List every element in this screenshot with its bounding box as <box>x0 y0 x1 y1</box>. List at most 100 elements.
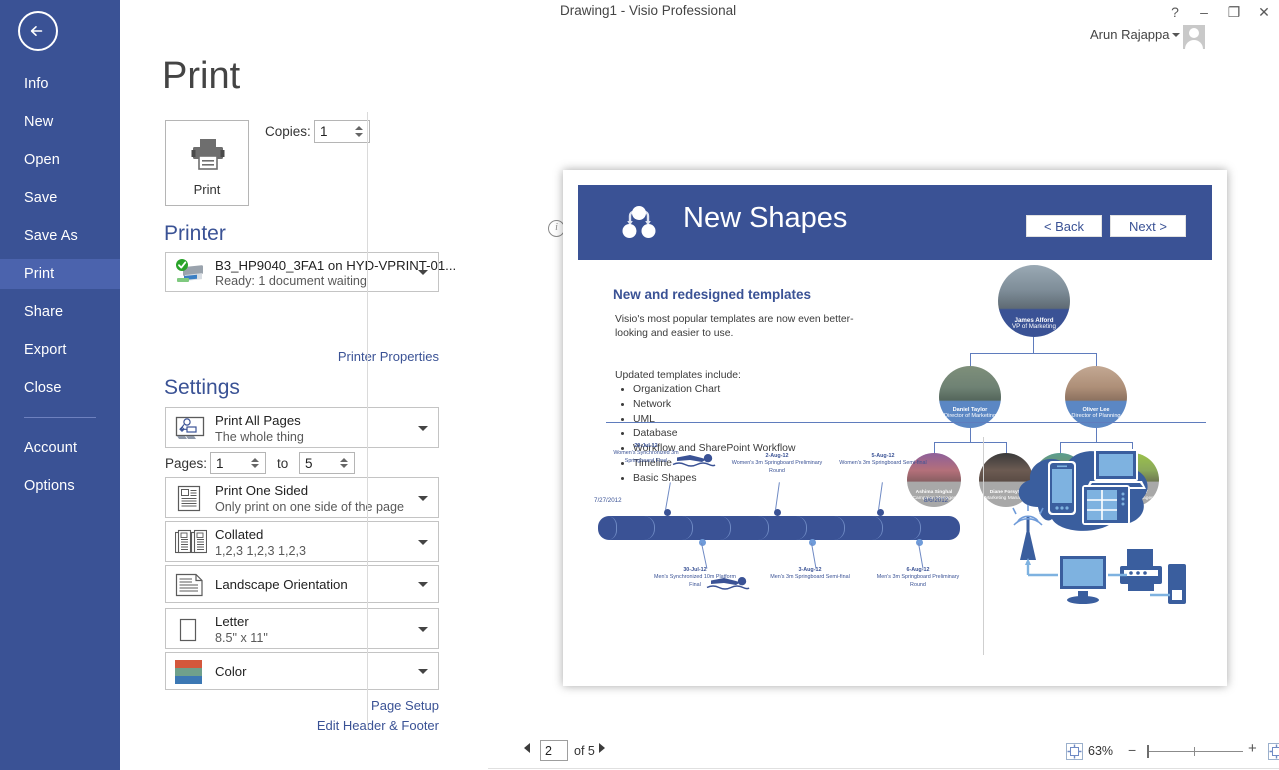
paper-size-select[interactable]: Letter 8.5" x 11" <box>165 608 439 649</box>
chevron-down-icon[interactable] <box>418 539 428 545</box>
sidebar-item-export[interactable]: Export <box>0 335 120 365</box>
slide-next-button[interactable]: Next > <box>1110 215 1186 237</box>
copies-stepper[interactable] <box>314 120 370 143</box>
paper-icon <box>175 617 201 648</box>
section-rule <box>606 422 1206 423</box>
pages-to-input[interactable] <box>300 453 337 473</box>
sidebar-item-save-as[interactable]: Save As <box>0 221 120 251</box>
stepper-arrows[interactable] <box>250 453 261 473</box>
slide-back-button[interactable]: < Back <box>1026 215 1102 237</box>
title-bar: Drawing1 - Visio Professional ? – ❐ ✕ Ar… <box>120 0 1279 52</box>
timeline-leader <box>665 482 671 511</box>
stepper-arrows[interactable] <box>354 121 365 142</box>
sidebar-item-close[interactable]: Close <box>0 373 120 403</box>
page-number-field[interactable] <box>540 740 568 761</box>
zoom-slider-track[interactable] <box>1148 751 1243 752</box>
chevron-down-icon[interactable] <box>1172 33 1180 37</box>
color-swatch-icon <box>175 660 202 689</box>
sidebar-divider <box>24 417 96 418</box>
orientation-select[interactable]: Landscape Orientation <box>165 565 439 603</box>
org-node-caption: Daniel Taylor Director of Marketing <box>944 406 996 419</box>
account-name[interactable]: Arun Rajappa <box>1090 27 1170 42</box>
sidebar-item-new[interactable]: New <box>0 107 120 137</box>
sidebar-item-save[interactable]: Save <box>0 183 120 213</box>
fit-page-icon[interactable] <box>1066 743 1083 765</box>
connector <box>1096 353 1098 367</box>
pages-from-stepper[interactable] <box>210 452 266 474</box>
next-page-button[interactable] <box>599 743 611 757</box>
chevron-down-icon[interactable] <box>418 582 428 587</box>
edit-header-footer-link[interactable]: Edit Header & Footer <box>120 718 439 733</box>
org-node-level2: Daniel Taylor Director of Marketing <box>939 366 1001 428</box>
collated-icon <box>174 529 208 561</box>
zoom-slider-midtick <box>1194 747 1195 756</box>
status-bar-rule <box>488 768 1279 769</box>
collation-primary: Collated <box>215 527 264 542</box>
copies-label: Copies: <box>265 124 311 139</box>
printer-section-title: Printer <box>164 222 226 245</box>
sidebar-item-options[interactable]: Options <box>0 471 120 501</box>
copies-input[interactable] <box>315 121 352 142</box>
server-icon <box>1168 564 1186 604</box>
print-button[interactable]: Print <box>165 120 249 206</box>
pane-divider <box>367 112 368 730</box>
swimmer-icon <box>706 575 750 598</box>
zoom-in-button[interactable]: + <box>1248 741 1257 756</box>
sidebar-item-open[interactable]: Open <box>0 145 120 175</box>
sidebar-item-share[interactable]: Share <box>0 297 120 327</box>
sidebar-item-print[interactable]: Print <box>0 259 120 289</box>
timeline-start-label: 7/27/2012 <box>594 497 622 504</box>
stepper-down-icon[interactable] <box>251 464 259 468</box>
avatar[interactable] <box>1183 25 1205 49</box>
printer-properties-link[interactable]: Printer Properties <box>120 349 439 364</box>
duplex-secondary: Only print on one side of the page <box>215 500 405 514</box>
pages-to-stepper[interactable] <box>299 452 355 474</box>
collation-select[interactable]: Collated 1,2,3 1,2,3 1,2,3 <box>165 521 439 562</box>
close-button[interactable]: ✕ <box>1253 2 1275 22</box>
print-range-select[interactable]: Print All Pages The whole thing <box>165 407 439 448</box>
slide-subtitle: New and redesigned templates <box>613 287 812 302</box>
stepper-up-icon[interactable] <box>340 458 348 462</box>
stepper-down-icon[interactable] <box>340 464 348 468</box>
pages-from-input[interactable] <box>211 453 248 473</box>
color-mode-primary: Color <box>215 664 247 679</box>
fit-window-icon[interactable] <box>1268 743 1279 765</box>
preview-page-content: New Shapes < Back Next > New and redesig… <box>578 185 1212 671</box>
print-range-primary: Print All Pages <box>215 413 301 428</box>
help-button[interactable]: ? <box>1164 2 1186 22</box>
stepper-up-icon[interactable] <box>251 458 259 462</box>
duplex-select[interactable]: Print One Sided Only print on one side o… <box>165 477 439 518</box>
chevron-down-icon[interactable] <box>418 270 428 275</box>
connector <box>970 353 972 367</box>
smartphone-icon <box>1048 461 1076 515</box>
page-number-input[interactable] <box>541 741 567 760</box>
zoom-level-label: 63% <box>1088 744 1114 758</box>
zoom-out-button[interactable]: − <box>1128 743 1136 757</box>
timeline-segment <box>598 516 617 540</box>
chevron-down-icon[interactable] <box>418 669 428 674</box>
color-mode-select[interactable]: Color <box>165 652 439 690</box>
backstage-sidebar: Info New Open Save Save As Print Share E… <box>0 0 120 770</box>
stepper-arrows[interactable] <box>339 453 350 473</box>
chevron-down-icon[interactable] <box>418 425 428 431</box>
printer-select[interactable]: B3_HP9040_3FA1 on HYD-VPRINT-01... Ready… <box>165 252 456 292</box>
landscape-icon <box>175 573 205 602</box>
chevron-down-icon[interactable] <box>418 495 428 501</box>
list-item: Organization Chart <box>633 383 795 398</box>
stepper-down-icon[interactable] <box>355 133 363 137</box>
sidebar-item-info[interactable]: Info <box>0 69 120 99</box>
page-setup-link[interactable]: Page Setup <box>120 698 439 713</box>
stepper-up-icon[interactable] <box>355 126 363 130</box>
next-page-arrow-icon <box>599 743 605 753</box>
preview-page[interactable]: New Shapes < Back Next > New and redesig… <box>563 170 1227 686</box>
restore-button[interactable]: ❐ <box>1223 2 1245 22</box>
back-button[interactable] <box>18 11 58 51</box>
prev-page-arrow-icon <box>524 743 530 753</box>
minimize-button[interactable]: – <box>1193 2 1215 22</box>
previous-page-button[interactable] <box>524 743 536 757</box>
chevron-down-icon[interactable] <box>418 626 428 632</box>
sidebar-item-account[interactable]: Account <box>0 433 120 463</box>
slide-header-band: New Shapes < Back Next > <box>578 185 1212 260</box>
timeline-event-label: 5-Aug-12 Women's 3m Springboard Semi-fin… <box>839 453 927 467</box>
zoom-slider-thumb[interactable] <box>1147 745 1149 758</box>
